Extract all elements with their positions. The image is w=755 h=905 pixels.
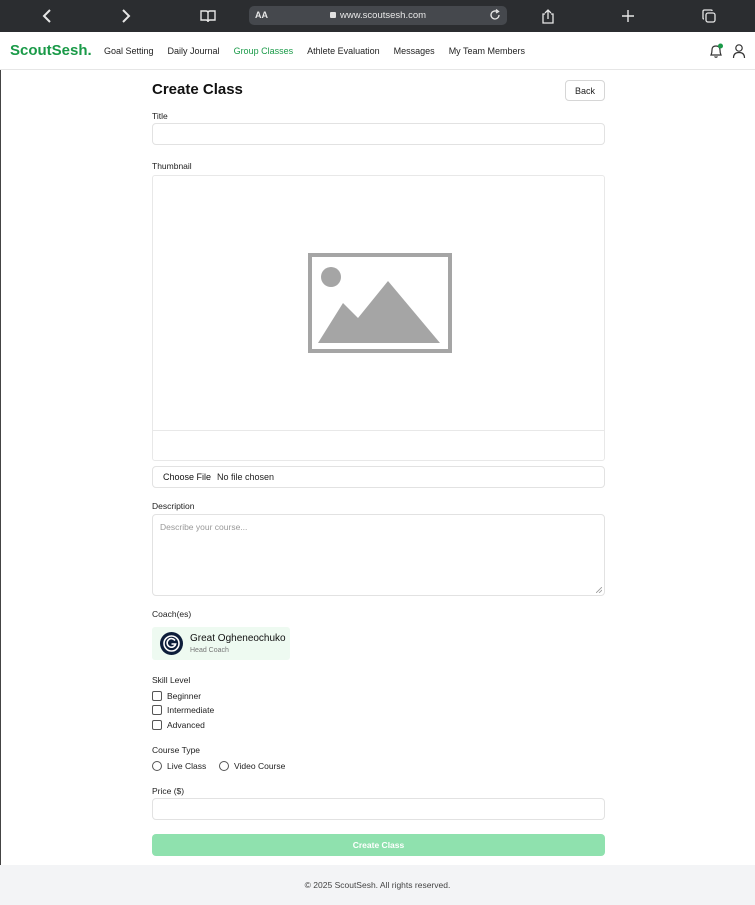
nav-link-athlete-evaluation[interactable]: Athlete Evaluation <box>307 46 380 56</box>
brand-logo[interactable]: ScoutSesh. <box>10 42 92 59</box>
skill-intermediate-option[interactable]: Intermediate <box>152 705 214 715</box>
file-picker: Choose File No file chosen <box>152 466 605 488</box>
tabs-overview-icon[interactable] <box>697 6 721 26</box>
coach-role: Head Coach <box>190 647 229 654</box>
coach-logo-icon <box>163 635 180 652</box>
skill-level-label: Skill Level <box>152 675 191 685</box>
nav-link-group-classes[interactable]: Group Classes <box>234 46 294 56</box>
image-placeholder-icon <box>308 253 452 353</box>
intermediate-label: Intermediate <box>167 705 215 715</box>
footer-copyright: © 2025 ScoutSesh. All rights reserved. <box>304 880 451 890</box>
coaches-label: Coach(es) <box>152 609 192 619</box>
address-bar[interactable]: AA www.scoutsesh.com <box>249 6 507 25</box>
nav-link-goal-setting[interactable]: Goal Setting <box>104 46 154 56</box>
new-tab-plus-icon[interactable] <box>616 6 640 26</box>
forward-chevron-icon[interactable] <box>114 6 138 26</box>
advanced-label: Advanced <box>167 720 205 730</box>
choose-file-button[interactable]: Choose File <box>163 472 211 482</box>
beginner-checkbox[interactable] <box>152 691 162 701</box>
resize-handle-icon[interactable] <box>596 587 602 593</box>
create-class-button[interactable]: Create Class <box>152 834 605 856</box>
browser-toolbar: AA www.scoutsesh.com <box>0 0 755 32</box>
price-input[interactable] <box>152 798 605 820</box>
url-text: www.scoutsesh.com <box>339 10 427 21</box>
live-class-label: Live Class <box>167 761 207 771</box>
app-navbar: ScoutSesh. Goal Setting Daily Journal Gr… <box>0 32 755 70</box>
notification-bell-icon[interactable] <box>708 43 724 59</box>
title-label: Title <box>152 111 168 121</box>
nav-link-my-team-members[interactable]: My Team Members <box>449 46 525 56</box>
bookmarks-book-icon[interactable] <box>196 6 220 26</box>
thumbnail-preview <box>152 175 605 461</box>
course-type-video-option[interactable]: Video Course <box>219 761 285 771</box>
price-label: Price ($) <box>152 786 185 796</box>
intermediate-checkbox[interactable] <box>152 705 162 715</box>
course-type-label: Course Type <box>152 745 201 755</box>
coach-name: Great Ogheneochuko <box>190 633 286 644</box>
video-course-radio[interactable] <box>219 761 229 771</box>
thumbnail-label: Thumbnail <box>152 161 192 171</box>
skill-beginner-option[interactable]: Beginner <box>152 691 201 701</box>
reload-icon[interactable] <box>489 8 501 23</box>
title-input[interactable] <box>152 123 605 145</box>
live-class-radio[interactable] <box>152 761 162 771</box>
coach-avatar <box>160 632 183 655</box>
file-status: No file chosen <box>217 472 275 482</box>
description-label: Description <box>152 501 195 511</box>
lock-icon <box>329 12 336 18</box>
video-course-label: Video Course <box>234 761 286 771</box>
footer: © 2025 ScoutSesh. All rights reserved. <box>0 865 755 905</box>
back-button[interactable]: Back <box>565 80 605 101</box>
advanced-checkbox[interactable] <box>152 720 162 730</box>
beginner-label: Beginner <box>167 691 202 701</box>
nav-link-daily-journal[interactable]: Daily Journal <box>168 46 220 56</box>
thumbnail-divider <box>153 430 604 431</box>
back-chevron-icon[interactable] <box>35 6 59 26</box>
description-placeholder: Describe your course... <box>160 522 248 532</box>
description-textarea[interactable]: Describe your course... <box>152 514 605 596</box>
page-title: Create Class <box>152 81 243 98</box>
coach-card: Great Ogheneochuko Head Coach <box>152 627 290 660</box>
skill-advanced-option[interactable]: Advanced <box>152 720 205 730</box>
viewport-edge <box>0 70 1 905</box>
user-profile-icon[interactable] <box>732 43 746 59</box>
nav-links: Goal Setting Daily Journal Group Classes… <box>104 46 525 56</box>
share-icon[interactable] <box>536 6 560 26</box>
course-type-live-option[interactable]: Live Class <box>152 761 206 771</box>
nav-link-messages[interactable]: Messages <box>394 46 435 56</box>
